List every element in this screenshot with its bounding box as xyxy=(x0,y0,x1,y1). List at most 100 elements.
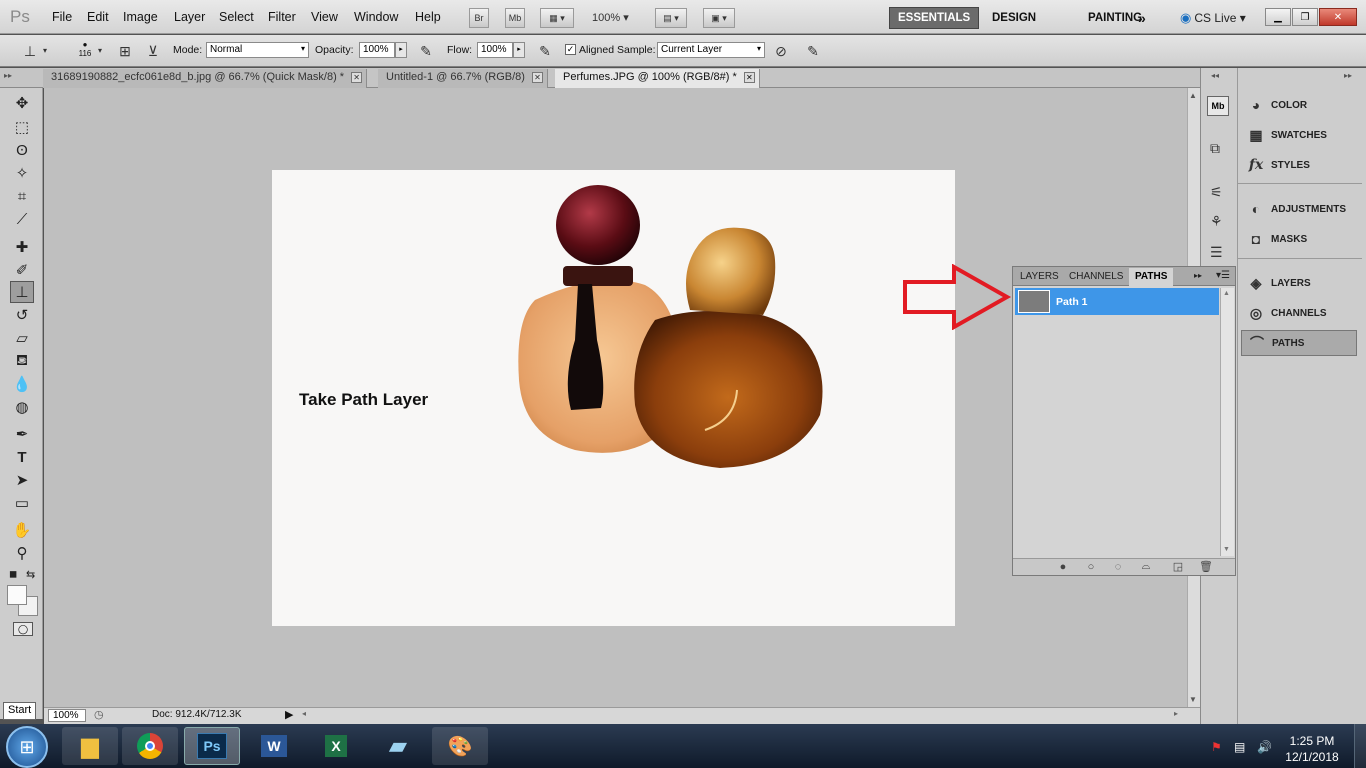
paint-bucket-tool-icon[interactable]: ⛾ xyxy=(10,350,34,372)
dock-color[interactable]: ◕ COLOR xyxy=(1241,92,1357,118)
action-center-icon[interactable]: ⚑ xyxy=(1211,740,1222,754)
sample-select[interactable]: Current Layer ▾ xyxy=(657,42,765,58)
clone-source-icon[interactable]: ⊻ xyxy=(143,41,163,61)
opacity-slider-toggle[interactable]: ▸ xyxy=(395,42,407,58)
flow-input[interactable]: 100% xyxy=(477,42,513,58)
mini-bridge-button[interactable]: Mb xyxy=(505,8,525,28)
clone-source-panel-icon[interactable]: ⚘ xyxy=(1210,213,1223,230)
menu-window[interactable]: Window xyxy=(354,10,398,24)
pressure-opacity-icon[interactable]: ✎ xyxy=(416,41,436,61)
mode-select[interactable]: Normal ▾ xyxy=(206,42,309,58)
dodge-tool-icon[interactable]: ◍ xyxy=(10,396,34,418)
path-row[interactable]: Path 1 xyxy=(1015,288,1219,315)
workspace-essentials[interactable]: ESSENTIALS xyxy=(889,7,980,29)
tab-quick-mask-doc[interactable]: 31689190882_ecfc061e8d_b.jpg @ 66.7% (Qu… xyxy=(43,69,368,88)
pen-tool-icon[interactable]: ✒ xyxy=(10,423,34,445)
taskbar-photoshop[interactable]: Ps xyxy=(184,727,240,765)
crop-tool-icon[interactable]: ⌗ xyxy=(10,185,34,207)
tab-untitled-1[interactable]: Untitled-1 @ 66.7% (RGB/8) ✕ xyxy=(378,69,548,88)
dock-masks[interactable]: ◘ MASKS xyxy=(1241,226,1357,252)
expand-dock-icon[interactable]: ◂◂ xyxy=(1211,71,1219,80)
airbrush-icon[interactable]: ✎ xyxy=(535,41,555,61)
fill-path-icon[interactable]: ● xyxy=(1055,559,1071,574)
quick-selection-tool-icon[interactable]: ✧ xyxy=(10,162,34,184)
scroll-down-icon[interactable]: ▼ xyxy=(1223,546,1230,553)
type-tool-icon[interactable]: T xyxy=(10,446,34,468)
paths-panel-scrollbar[interactable] xyxy=(1220,288,1234,556)
quick-mask-icon[interactable]: ◯ xyxy=(13,622,33,636)
blur-tool-icon[interactable]: 💧 xyxy=(10,373,34,395)
default-colors-icon[interactable]: ◼ xyxy=(9,569,17,580)
taskbar-paint[interactable]: 🎨 xyxy=(432,727,488,765)
screen-mode-button[interactable]: ▣ ▾ xyxy=(703,8,735,28)
view-extras-button[interactable]: ▦ ▾ xyxy=(540,8,574,28)
taskbar-excel[interactable]: X xyxy=(308,727,364,765)
dock-channels[interactable]: ◎ CHANNELS xyxy=(1241,300,1357,326)
minimize-button[interactable]: ▁ xyxy=(1265,8,1291,26)
menu-edit[interactable]: Edit xyxy=(87,10,109,24)
collapse-toolbar-icon[interactable]: ▸▸ xyxy=(4,71,12,80)
history-panel-icon[interactable]: ⧉ xyxy=(1210,140,1220,157)
mini-bridge-panel-icon[interactable]: Mb xyxy=(1207,96,1229,116)
rectangle-tool-icon[interactable]: ▭ xyxy=(10,492,34,514)
tab-paths[interactable]: PATHS xyxy=(1129,268,1174,286)
status-menu-arrow-icon[interactable]: ▶ xyxy=(285,708,293,721)
cs-live-menu[interactable]: ◉ CS Live ▾ xyxy=(1180,10,1246,26)
tab-layers[interactable]: LAYERS xyxy=(1014,268,1065,286)
eraser-tool-icon[interactable]: ▱ xyxy=(10,327,34,349)
clone-stamp-preset-icon[interactable]: ⊥ xyxy=(20,41,40,61)
ignore-adjustment-layers-icon[interactable]: ⊘ xyxy=(771,41,791,61)
menu-image[interactable]: Image xyxy=(123,10,158,24)
hscroll-left-icon[interactable]: ◂ xyxy=(302,709,306,718)
delete-path-icon[interactable]: 🗑 xyxy=(1198,559,1214,574)
close-tab-icon[interactable]: ✕ xyxy=(351,72,363,83)
menu-help[interactable]: Help xyxy=(415,10,441,24)
tab-channels[interactable]: CHANNELS xyxy=(1063,268,1129,286)
swap-colors-icon[interactable]: ⇆ xyxy=(26,568,35,581)
tab-perfumes[interactable]: Perfumes.JPG @ 100% (RGB/8#) * ✕ xyxy=(555,69,760,88)
bridge-button[interactable]: Br xyxy=(469,8,489,28)
start-button[interactable]: ⊞ xyxy=(6,726,48,768)
dock-styles[interactable]: fx STYLES xyxy=(1241,152,1357,178)
pressure-size-icon[interactable]: ✎ xyxy=(803,41,823,61)
status-zoom-field[interactable]: 100% xyxy=(48,709,86,722)
show-desktop-button[interactable] xyxy=(1354,724,1366,768)
taskbar-clock[interactable]: 1:25 PM 12/1/2018 xyxy=(1282,733,1342,765)
close-tab-icon[interactable]: ✕ xyxy=(743,72,755,83)
stroke-path-icon[interactable]: ○ xyxy=(1083,559,1099,574)
brush-picker-arrow[interactable]: ▾ xyxy=(98,46,102,55)
clone-stamp-tool-icon[interactable]: ⊥ xyxy=(10,281,34,303)
hscroll-right-icon[interactable]: ▸ xyxy=(1174,709,1178,718)
taskbar-explorer[interactable]: ▆ xyxy=(62,727,118,765)
history-brush-tool-icon[interactable]: ↺ xyxy=(10,304,34,326)
scroll-up-icon[interactable]: ▲ xyxy=(1189,91,1197,100)
arrange-documents-button[interactable]: ▤ ▾ xyxy=(655,8,687,28)
menu-layer[interactable]: Layer xyxy=(174,10,205,24)
brush-presets-panel-icon[interactable]: ⚟ xyxy=(1210,184,1223,201)
eyedropper-tool-icon[interactable]: ⟋ xyxy=(10,208,34,230)
flow-slider-toggle[interactable]: ▸ xyxy=(513,42,525,58)
brush-size-picker[interactable]: ● 116 xyxy=(76,40,94,58)
hand-tool-icon[interactable]: ✋ xyxy=(10,519,34,541)
opacity-input[interactable]: 100% xyxy=(359,42,395,58)
menu-select[interactable]: Select xyxy=(219,10,254,24)
more-workspaces-button[interactable]: » xyxy=(1130,7,1154,29)
workspace-design[interactable]: DESIGN xyxy=(984,7,1044,29)
dock-layers[interactable]: ◈ LAYERS xyxy=(1241,270,1357,296)
status-info-icon[interactable]: ◷ xyxy=(94,708,104,721)
taskbar-notes[interactable]: ▰ xyxy=(370,727,426,765)
zoom-tool-icon[interactable]: ⚲ xyxy=(10,542,34,564)
lasso-tool-icon[interactable]: ʘ xyxy=(10,139,34,161)
dock-swatches[interactable]: ▦ SWATCHES xyxy=(1241,122,1357,148)
path-selection-tool-icon[interactable]: ➤ xyxy=(10,469,34,491)
zoom-level-dropdown[interactable]: 100% ▾ xyxy=(592,11,629,24)
aligned-checkbox[interactable]: ✓ xyxy=(565,44,576,55)
load-selection-icon[interactable]: ◌ xyxy=(1110,559,1126,574)
make-work-path-icon[interactable]: ⌓ xyxy=(1138,559,1154,574)
close-tab-icon[interactable]: ✕ xyxy=(531,72,543,83)
move-tool-icon[interactable]: ✥ xyxy=(10,92,34,114)
menu-view[interactable]: View xyxy=(311,10,338,24)
foreground-color-swatch[interactable] xyxy=(7,585,27,605)
panel-collapse-icon[interactable]: ▸▸ xyxy=(1194,271,1202,280)
volume-icon[interactable]: 🔊 xyxy=(1257,740,1272,754)
